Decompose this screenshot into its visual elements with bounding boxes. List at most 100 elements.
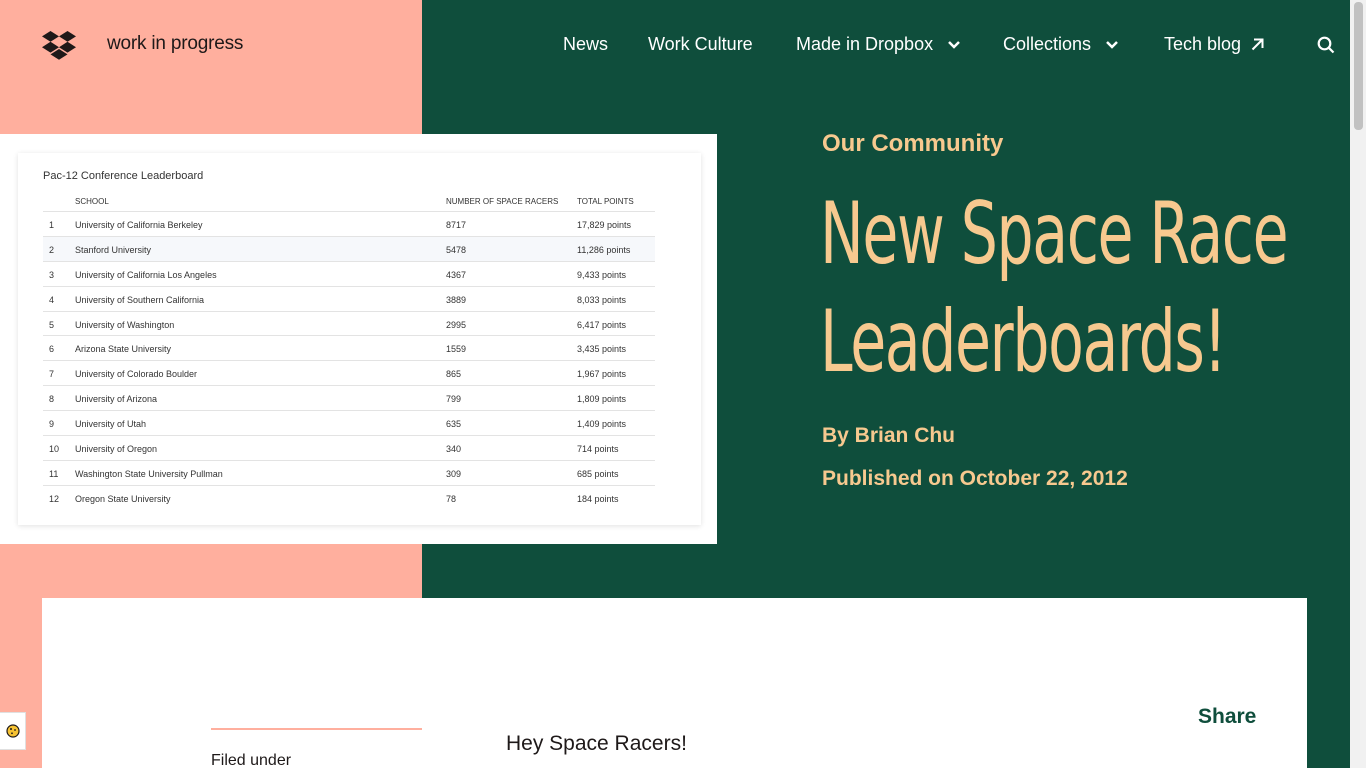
school-cell: University of Oregon — [75, 444, 158, 455]
external-arrow-icon — [1251, 38, 1264, 51]
rank-cell: 10 — [49, 444, 60, 455]
search-icon — [1317, 36, 1335, 54]
cookie-settings-button[interactable] — [0, 712, 26, 750]
table-row: 4 University of Southern California 3889 8,… — [43, 285, 655, 311]
column-header-racers: NUMBER OF SPACE RACERS — [446, 197, 559, 206]
table-row: 9 University of Utah 635 1,409 points — [43, 410, 655, 435]
points-cell: 685 points — [577, 468, 619, 479]
leaderboard-table: 1 University of California Berkeley 8717 17… — [43, 211, 655, 510]
article-content: Filed under Hey Space Racers! Share — [42, 598, 1307, 768]
points-cell: 11,286 points — [577, 244, 631, 255]
points-cell: 9,433 points — [577, 269, 627, 280]
school-cell: University of Washington — [75, 319, 175, 330]
nav-tech-blog[interactable]: Tech blog — [1164, 34, 1264, 55]
rank-cell: 9 — [49, 419, 55, 430]
racers-cell: 8717 — [446, 220, 467, 230]
school-cell: Oregon State University — [75, 493, 171, 504]
table-row: 12 Oregon State University 78 184 points — [43, 484, 655, 510]
chevron-down-icon — [1106, 41, 1118, 49]
racers-cell: 309 — [446, 468, 462, 479]
dropbox-logo-icon — [42, 31, 76, 60]
racers-cell: 865 — [446, 369, 462, 380]
leaderboard-title: Pac-12 Conference Leaderboard — [43, 170, 204, 182]
nav-collections[interactable]: Collections — [1003, 34, 1119, 55]
school-cell: University of Colorado Boulder — [75, 369, 198, 380]
article-byline: By Brian Chu — [822, 424, 956, 447]
site-name[interactable]: work in progress — [107, 33, 243, 55]
table-row: 11 Washington State University Pullman 309… — [43, 459, 655, 485]
table-row: 5 University of Washington 2995 6,417 point… — [43, 310, 655, 336]
racers-cell: 340 — [446, 444, 462, 455]
article-intro: Hey Space Racers! — [506, 732, 687, 755]
article-category[interactable]: Our Community — [822, 130, 1003, 158]
filed-under-label: Filed under — [211, 752, 292, 768]
nav-news-label: News — [563, 34, 609, 54]
points-cell: 8,033 points — [577, 294, 627, 305]
chevron-down-icon — [948, 41, 960, 49]
rank-cell: 11 — [49, 468, 59, 479]
leaderboard-panel: Pac-12 Conference Leaderboard SCHOOL NUM… — [18, 153, 701, 525]
table-row: 8 University of Arizona 799 1,809 points — [43, 385, 655, 410]
rank-cell: 5 — [49, 319, 55, 330]
rank-cell: 12 — [49, 493, 60, 504]
page-scrollbar[interactable] — [1350, 0, 1366, 768]
school-cell: University of California Berkeley — [75, 220, 203, 230]
article-title-line-2: Leaderboards! — [820, 292, 1227, 392]
points-cell: 1,809 points — [577, 394, 627, 405]
racers-cell: 635 — [446, 419, 462, 430]
column-header-school: SCHOOL — [75, 197, 109, 206]
points-cell: 1,409 points — [577, 419, 627, 430]
rank-cell: 4 — [49, 294, 55, 305]
scrollbar-thumb[interactable] — [1354, 2, 1363, 130]
points-cell: 3,435 points — [577, 344, 627, 355]
table-row: 6 Arizona State University 1559 3,435 point… — [43, 335, 655, 360]
dropbox-logo-link[interactable] — [42, 30, 76, 60]
racers-cell: 4367 — [446, 269, 467, 280]
article-publish-date: Published on October 22, 2012 — [822, 467, 1128, 490]
school-cell: University of Southern California — [75, 294, 205, 305]
racers-cell: 1559 — [446, 344, 467, 355]
school-cell: Washington State University Pullman — [75, 468, 223, 479]
school-cell: University of Utah — [75, 419, 147, 430]
article-title: New Space Race Leaderboards! — [820, 180, 1289, 396]
racers-cell: 799 — [446, 394, 462, 405]
sidebar-divider — [211, 728, 422, 730]
school-cell: Arizona State University — [75, 344, 172, 355]
racers-cell: 78 — [446, 493, 457, 504]
search-button[interactable] — [1307, 36, 1335, 54]
rank-cell: 3 — [49, 269, 55, 280]
nav-made-in-dropbox[interactable]: Made in Dropbox — [796, 34, 961, 55]
nav-work-culture[interactable]: Work Culture — [648, 34, 753, 55]
points-cell: 17,829 points — [577, 220, 632, 230]
racers-cell: 3889 — [446, 294, 467, 305]
table-row: 1 University of California Berkeley 8717 17… — [43, 211, 655, 236]
school-cell: University of California Los Angeles — [75, 269, 217, 280]
table-row: 3 University of California Los Angeles 436… — [43, 260, 655, 286]
racers-cell: 2995 — [446, 319, 467, 330]
rank-cell: 2 — [49, 244, 55, 255]
rank-cell: 7 — [49, 369, 55, 380]
points-cell: 184 points — [577, 493, 619, 504]
nav-work-culture-label: Work Culture — [648, 34, 753, 54]
points-cell: 6,417 points — [577, 319, 627, 330]
rank-cell: 6 — [49, 344, 55, 355]
racers-cell: 5478 — [446, 244, 467, 255]
share-label[interactable]: Share — [1198, 705, 1256, 729]
nav-collections-label: Collections — [1003, 34, 1092, 54]
cookie-icon — [5, 724, 20, 738]
nav-news[interactable]: News — [563, 34, 608, 55]
nav-made-in-dropbox-label: Made in Dropbox — [796, 34, 934, 54]
article-title-line-1: New Space Race — [820, 184, 1289, 284]
rank-cell: 1 — [49, 220, 55, 230]
table-row: 2 Stanford University 5478 11,286 points — [43, 235, 655, 261]
nav-tech-blog-label: Tech blog — [1164, 34, 1242, 54]
school-cell: Stanford University — [75, 244, 152, 255]
column-header-points: TOTAL POINTS — [577, 197, 634, 206]
table-row: 7 University of Colorado Boulder 865 1,967 … — [43, 360, 655, 385]
points-cell: 714 points — [577, 444, 619, 455]
table-row: 10 University of Oregon 340 714 points — [43, 435, 655, 460]
points-cell: 1,967 points — [577, 369, 627, 380]
hero-image: Pac-12 Conference Leaderboard SCHOOL NUM… — [0, 134, 717, 544]
rank-cell: 8 — [49, 394, 55, 405]
school-cell: University of Arizona — [75, 394, 158, 405]
